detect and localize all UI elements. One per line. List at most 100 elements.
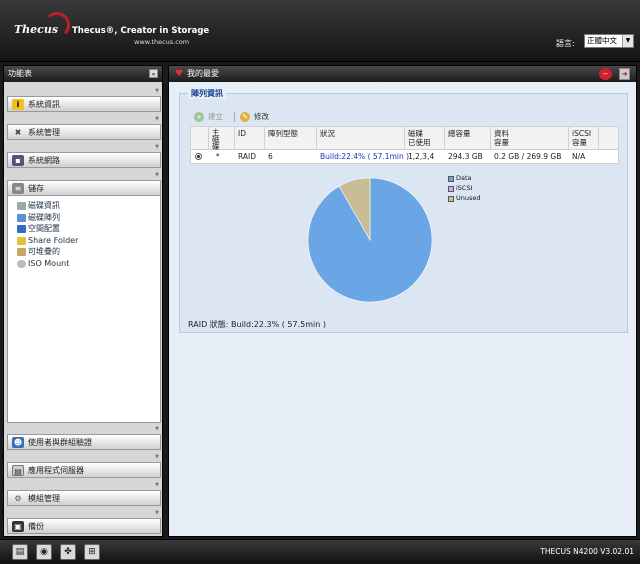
sidebar-item-share-folder[interactable]: Share Folder	[8, 235, 160, 247]
system-status-icon[interactable]: ▤	[12, 544, 28, 560]
master-cell: *	[216, 152, 220, 161]
sidebar-section-bar[interactable]: ▪ 系統網路	[7, 152, 161, 168]
main-panel: ♥ 我的最愛 − ➔ 陣列資訊 + 建立 ✎ 修改 主 磁 碟 ID 陣列型態 …	[168, 65, 637, 537]
iso-icon	[17, 259, 26, 268]
info-icon: i	[12, 99, 24, 110]
raid-table-header: 主 磁 碟 ID 陣列型態 狀況 磁碟 已使用 總容量 資料 容量 iSCSI …	[190, 126, 619, 150]
sidebar-section-bar[interactable]: ▤ 應用程式伺服器	[7, 462, 161, 478]
edit-raid-button[interactable]: ✎ 修改	[240, 110, 269, 124]
chevron-down-icon[interactable]	[7, 116, 161, 124]
sidebar-section-label: 儲存	[28, 184, 44, 193]
sidebar-section-label: 應用程式伺服器	[28, 466, 84, 475]
iscsi-capacity-column-header[interactable]: iSCSI 容量	[569, 127, 599, 149]
tools-icon: ✖	[14, 128, 22, 137]
stackable-icon	[17, 248, 26, 256]
id-column-header[interactable]: ID	[235, 127, 265, 149]
sidebar-section-modules[interactable]: ⚙ 模組管理	[7, 482, 161, 506]
chevron-down-icon[interactable]	[7, 172, 161, 180]
disks-used-column-header[interactable]: 磁碟 已使用	[405, 127, 445, 149]
sidebar-section-label: 系統資訊	[28, 100, 60, 109]
raid-table: 主 磁 碟 ID 陣列型態 狀況 磁碟 已使用 總容量 資料 容量 iSCSI …	[190, 126, 619, 164]
chevron-down-icon[interactable]: ▼	[622, 35, 633, 47]
sidebar-section-bar[interactable]: ✖ 系統管理	[7, 124, 161, 140]
sidebar-section-label: 模組管理	[28, 494, 60, 503]
sidebar-section-label: 使用者與群組驗證	[28, 438, 92, 447]
sidebar-section-storage[interactable]: ≡ 儲存	[7, 172, 161, 196]
legend-swatch	[448, 176, 454, 182]
disks-used-cell: 1,2,3,4	[408, 152, 435, 161]
sidebar-section-label: 系統管理	[28, 128, 60, 137]
main-title-bar: ♥ 我的最愛 − ➔	[169, 66, 636, 82]
collapse-icon[interactable]: «	[149, 69, 158, 78]
chevron-down-icon[interactable]	[7, 426, 161, 434]
sidebar-title-text: 功能表	[8, 69, 32, 78]
chevron-down-icon[interactable]	[7, 144, 161, 152]
remove-favorite-icon[interactable]: −	[599, 68, 612, 80]
plus-icon: +	[194, 112, 204, 122]
disk-icon[interactable]: ◉	[36, 544, 52, 560]
raid-icon	[17, 213, 26, 222]
legend-item-unused: Unused	[448, 194, 481, 204]
sidebar-item-space-allocation[interactable]: 空間配置	[8, 223, 160, 235]
master-column-header[interactable]: 主 磁 碟	[209, 127, 235, 150]
sidebar-item-label: 磁碟陣列	[28, 212, 60, 222]
legend-label: Unused	[456, 194, 481, 202]
sidebar-section-system-info[interactable]: i 系統資訊	[7, 88, 161, 112]
disk-info-icon	[17, 202, 26, 210]
chevron-down-icon[interactable]	[7, 482, 161, 490]
sidebar-section-bar[interactable]: ☻ 使用者與群組驗證	[7, 434, 161, 450]
status-link[interactable]: Build:22.4% ( 57.1min )	[317, 150, 409, 163]
fan-icon[interactable]: ✤	[60, 544, 76, 560]
site-url: www.thecus.com	[134, 38, 190, 46]
sidebar-section-system-admin[interactable]: ✖ 系統管理	[7, 116, 161, 140]
gear-icon: ✎	[240, 112, 250, 122]
sidebar-section-bar[interactable]: ⚙ 模組管理	[7, 490, 161, 506]
toolbar-divider	[234, 112, 235, 122]
heart-icon: ♥	[175, 69, 184, 79]
raid-toolbar: + 建立 ✎ 修改	[190, 110, 619, 124]
sidebar-section-app-server[interactable]: ▤ 應用程式伺服器	[7, 454, 161, 478]
chevron-down-icon[interactable]	[7, 510, 161, 518]
capacity-pie-chart	[307, 177, 433, 303]
sidebar-section-users[interactable]: ☻ 使用者與群組驗證	[7, 426, 161, 450]
edit-raid-label: 修改	[254, 112, 269, 121]
legend-label: iSCSI	[456, 184, 473, 192]
sidebar-item-label: Share Folder	[28, 235, 79, 245]
data-capacity-column-header[interactable]: 資料 容量	[491, 127, 569, 149]
legend-item-data: Data	[448, 174, 481, 184]
sidebar-item-stackable[interactable]: 可堆疊的	[8, 246, 160, 258]
sidebar-item-disk-info[interactable]: 磁碟資訊	[8, 200, 160, 212]
legend-swatch	[448, 186, 454, 192]
logout-icon[interactable]: ➔	[619, 68, 630, 80]
chevron-down-icon[interactable]	[7, 454, 161, 462]
sidebar-section-network[interactable]: ▪ 系統網路	[7, 144, 161, 168]
sidebar-item-raid[interactable]: 磁碟陣列	[8, 212, 160, 224]
sidebar-item-label: ISO Mount	[28, 258, 70, 268]
app-server-icon: ▤	[12, 465, 24, 476]
sidebar-section-backup[interactable]: ▣ 備份	[7, 510, 161, 534]
footer: ▤ ◉ ✤ ⊞ THECUS N4200 V3.02.01	[0, 539, 640, 564]
total-capacity-column-header[interactable]: 總容量	[445, 127, 491, 149]
total-capacity-cell: 294.3 GB	[448, 152, 483, 161]
users-icon: ☻	[12, 437, 24, 448]
firmware-version: THECUS N4200 V3.02.01	[540, 547, 634, 556]
sidebar-section-label: 備份	[28, 522, 44, 531]
add-raid-button[interactable]: + 建立	[194, 110, 223, 124]
logo-swirl-icon	[44, 12, 70, 38]
sidebar-item-iso-mount[interactable]: ISO Mount	[8, 258, 160, 270]
raid-select-radio[interactable]	[195, 153, 202, 160]
sidebar-section-bar[interactable]: ≡ 儲存	[7, 180, 161, 196]
chevron-down-icon[interactable]	[7, 88, 161, 96]
language-select[interactable]: 正體中文 ▼	[584, 34, 634, 48]
sidebar-section-bar[interactable]: i 系統資訊	[7, 96, 161, 112]
sidebar-section-bar[interactable]: ▣ 備份	[7, 518, 161, 534]
module-icon: ⚙	[14, 494, 22, 503]
storage-icon: ≡	[12, 183, 24, 194]
raid-level-cell: 6	[268, 152, 273, 161]
sidebar: 功能表 « i 系統資訊 ✖ 系統管理 ▪ 系統網路 ≡ 儲存 磁	[3, 65, 163, 537]
raid-level-column-header[interactable]: 陣列型態	[265, 127, 317, 149]
data-capacity-cell: 0.2 GB / 269.9 GB	[494, 152, 562, 161]
status-column-header[interactable]: 狀況	[317, 127, 405, 149]
network-status-icon[interactable]: ⊞	[84, 544, 100, 560]
table-row[interactable]: * RAID 6 Build:22.4% ( 57.1min ) 1,2,3,4…	[190, 150, 619, 164]
